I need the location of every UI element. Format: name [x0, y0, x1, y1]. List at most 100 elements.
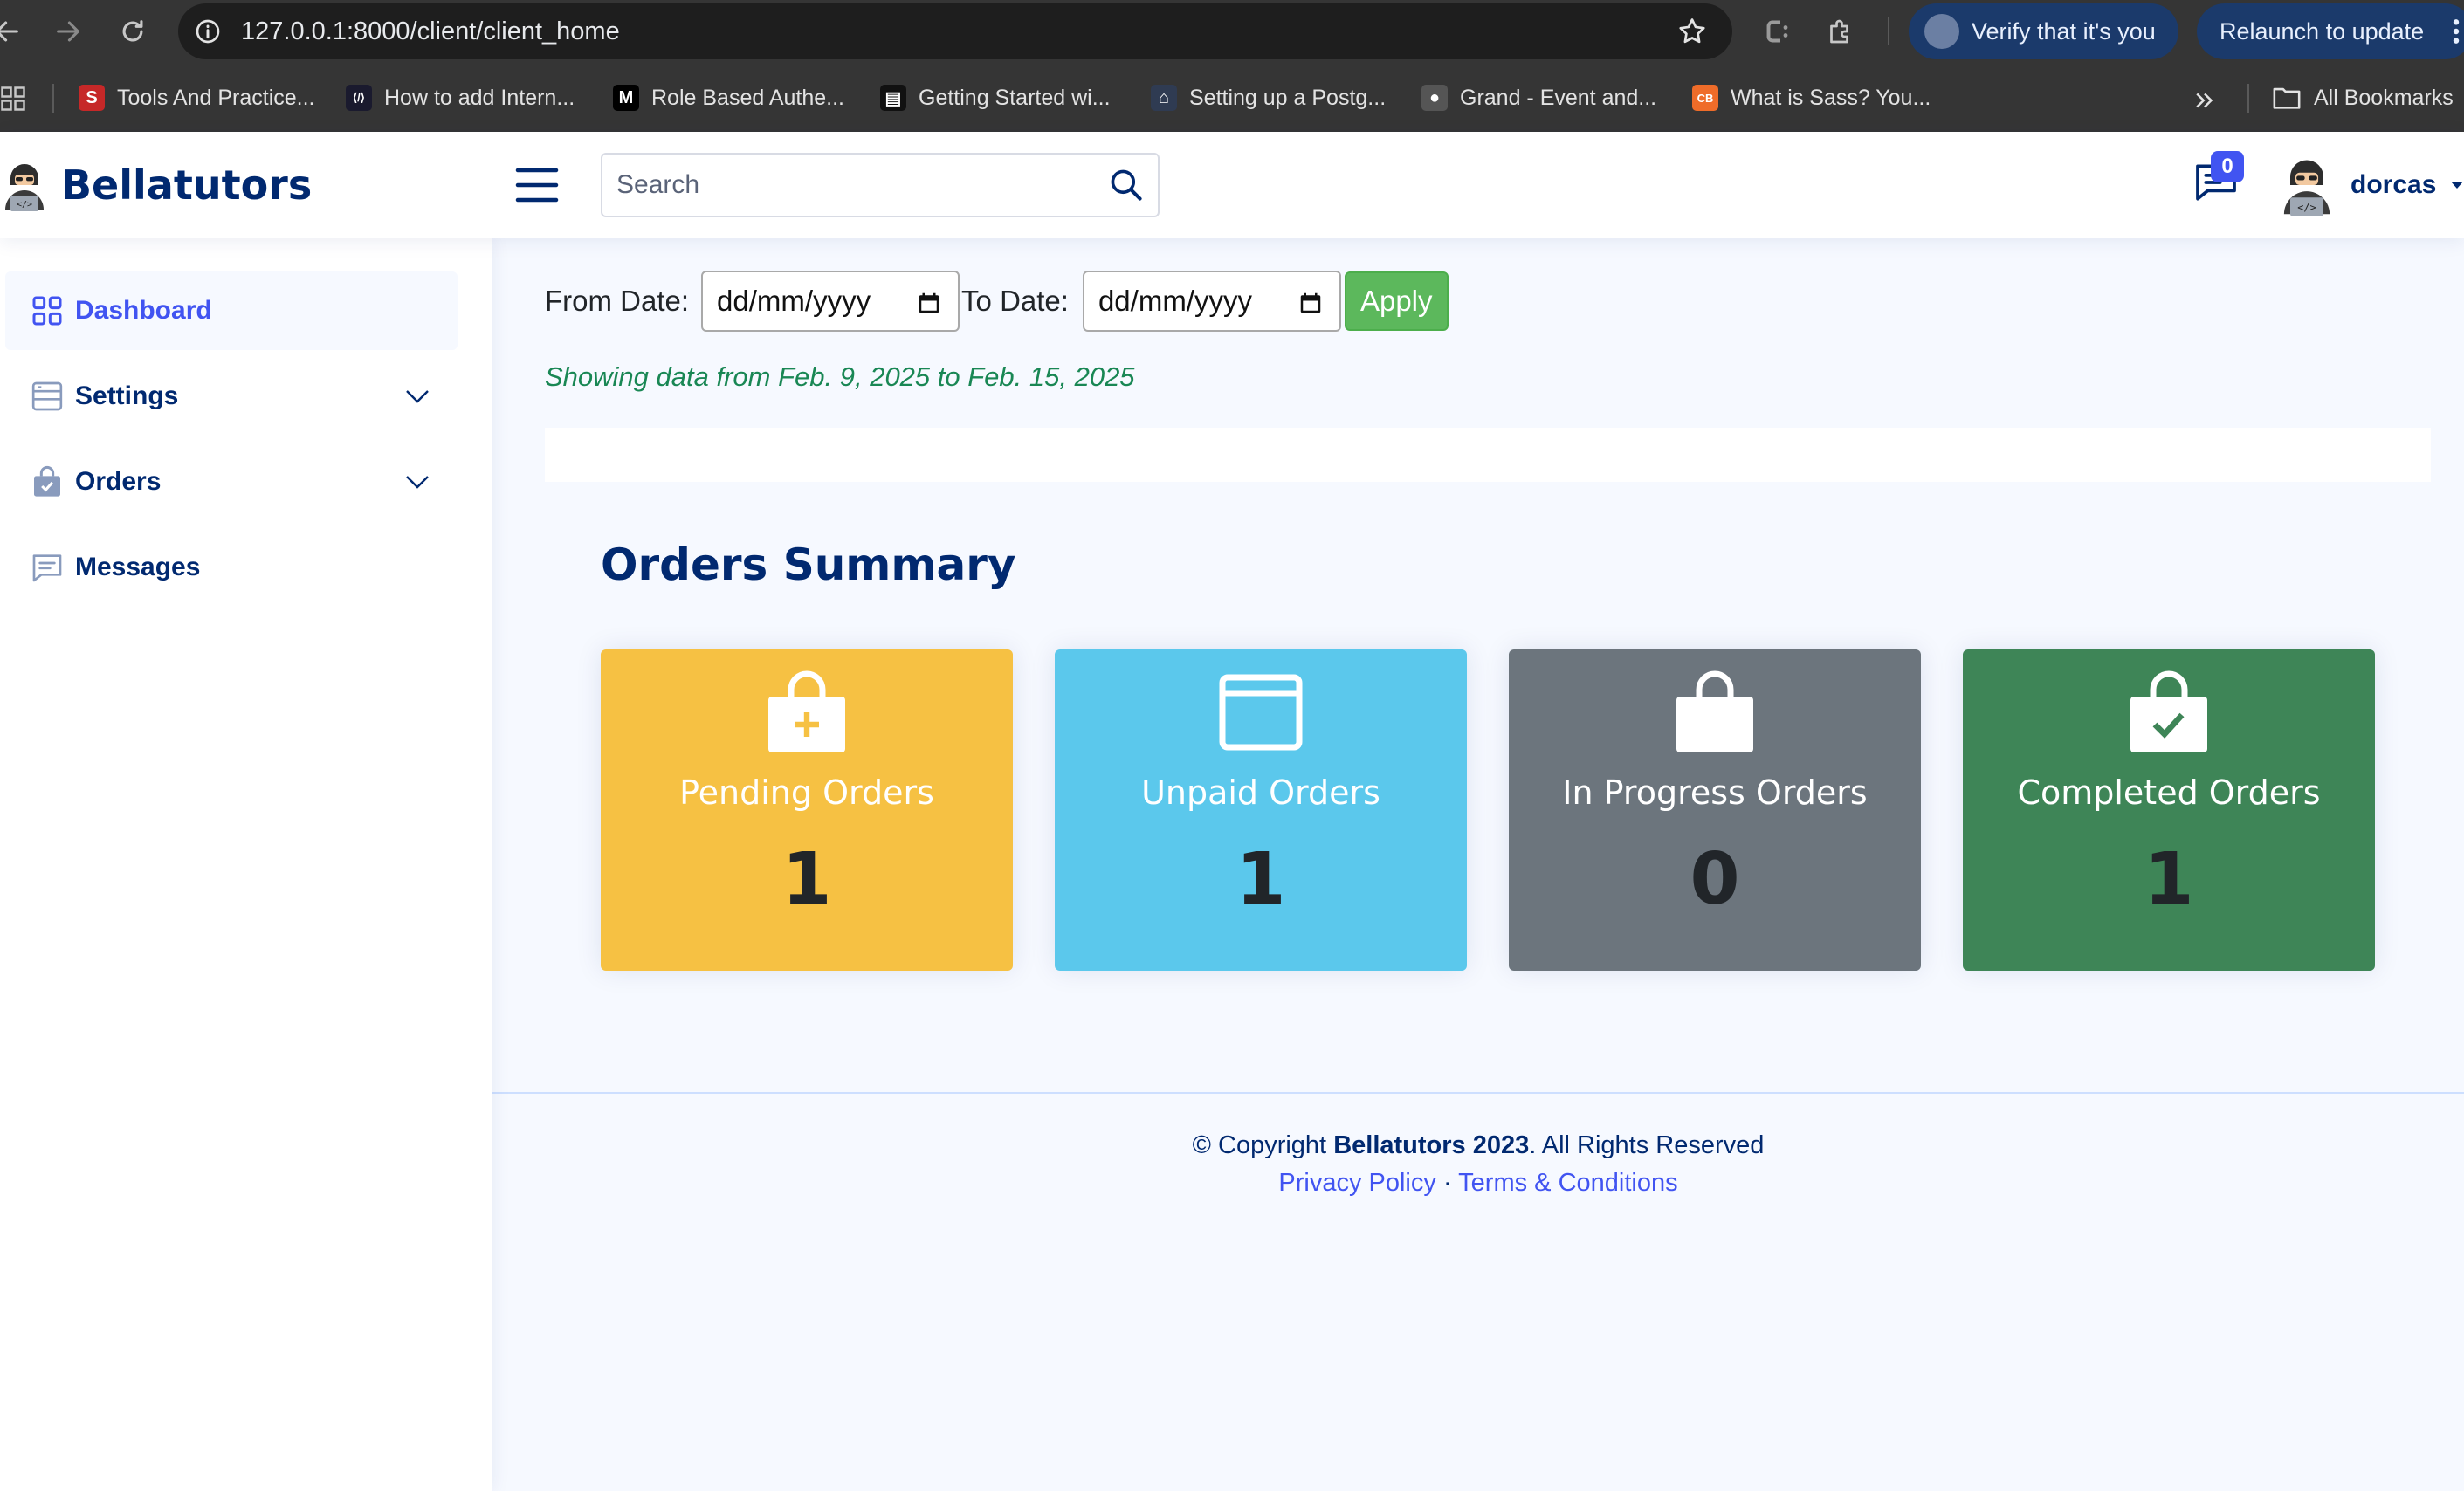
search-icon[interactable] [1107, 166, 1146, 204]
hamburger-menu-icon[interactable] [515, 165, 559, 205]
apps-grid-icon[interactable] [0, 86, 26, 112]
extension-c-icon[interactable] [1762, 16, 1793, 47]
sidebar-item-label: Dashboard [75, 296, 212, 325]
unpaid-orders-card[interactable]: Unpaid Orders 1 [1055, 649, 1467, 971]
terms-link[interactable]: Terms & Conditions [1458, 1169, 1677, 1197]
date-filter-form: From Date: dd/mm/yyyy To Date: dd/mm/yyy… [545, 271, 1449, 332]
bookmark-favicon-icon: M [613, 85, 639, 111]
bookmark-favicon-icon: ▤ [880, 85, 906, 111]
bookmark-item[interactable]: ⟨/⟩ How to add Intern... [346, 80, 575, 115]
footer-links: Privacy Policy · Terms & Conditions [492, 1169, 2464, 1198]
verify-identity-button[interactable]: Verify that it's you [1909, 3, 2178, 59]
completed-orders-card[interactable]: Completed Orders 1 [1963, 649, 2375, 971]
forward-icon[interactable] [49, 12, 87, 51]
toolbar-divider [1888, 17, 1889, 45]
profile-dropdown[interactable]: </> dorcas [2277, 149, 2464, 221]
grid-icon [32, 296, 62, 326]
bookmark-label: How to add Intern... [384, 85, 575, 110]
username: dorcas [2350, 170, 2437, 199]
sidebar-item-label: Messages [75, 553, 201, 581]
bookmark-label: Grand - Event and... [1460, 85, 1657, 110]
chevron-down-icon [406, 476, 429, 489]
sidebar-item-dashboard[interactable]: Dashboard [5, 271, 458, 350]
calendar-icon[interactable] [1297, 290, 1324, 316]
avatar: </> [2283, 160, 2330, 216]
message-count-badge: 0 [2211, 151, 2244, 182]
bookmark-favicon-icon: ● [1421, 85, 1448, 111]
url-text: 127.0.0.1:8000/client/client_home [241, 17, 620, 45]
copyright-brand: Bellatutors 2023 [1333, 1131, 1530, 1159]
apply-button[interactable]: Apply [1344, 271, 1449, 331]
hacker-logo-icon: </> [5, 164, 44, 211]
bookmark-item[interactable]: ● Grand - Event and... [1421, 80, 1656, 115]
to-date-input[interactable]: dd/mm/yyyy [1082, 271, 1341, 332]
copyright-suffix: . All Rights Reserved [1529, 1131, 1765, 1159]
verify-label: Verify that it's you [1972, 18, 2156, 45]
bookmark-star-icon[interactable] [1676, 16, 1708, 47]
sidebar-item-settings[interactable]: Settings [5, 357, 458, 436]
bookmark-item[interactable]: CB What is Sass? You... [1692, 80, 1931, 115]
bookmark-label: Setting up a Postg... [1189, 85, 1387, 110]
bookmark-item[interactable]: S Tools And Practice... [79, 80, 315, 115]
bookmark-item[interactable]: M Role Based Authe... [613, 80, 844, 115]
address-bar[interactable]: 127.0.0.1:8000/client/client_home [178, 3, 1732, 59]
kebab-menu-icon[interactable] [2452, 17, 2461, 45]
card-count: 1 [2144, 838, 2194, 921]
orders-summary-title: Orders Summary [601, 539, 1016, 590]
app-header: </> Bellatutors 0 </> dorcas [0, 132, 2464, 238]
sidebar-item-messages[interactable]: Messages [5, 528, 458, 607]
sidebar-item-label: Orders [75, 467, 162, 496]
browser-toolbar: 127.0.0.1:8000/client/client_home Verify… [0, 0, 2464, 63]
to-date-label: To Date: [961, 285, 1069, 317]
bag-plus-icon [768, 670, 845, 752]
search-form [601, 153, 1160, 217]
in-progress-orders-card[interactable]: In Progress Orders 0 [1509, 649, 1921, 971]
empty-panel [545, 428, 2431, 482]
reload-icon[interactable] [114, 12, 152, 51]
site-info-icon[interactable] [194, 17, 222, 45]
back-icon[interactable] [0, 12, 26, 51]
bookmark-favicon-icon: S [79, 85, 105, 111]
chevron-down-icon [406, 390, 429, 403]
card-title: Unpaid Orders [1141, 773, 1380, 812]
bookmark-item[interactable]: ⌂ Setting up a Postg... [1151, 80, 1386, 115]
bookmark-favicon-icon: ⟨/⟩ [346, 85, 372, 111]
from-date-input[interactable]: dd/mm/yyyy [701, 271, 960, 332]
card-title: In Progress Orders [1562, 773, 1868, 812]
bookmark-favicon-icon: ⌂ [1151, 85, 1177, 111]
date-range-text: Showing data from Feb. 9, 2025 to Feb. 1… [545, 361, 1135, 392]
footer: © Copyright Bellatutors 2023. All Rights… [492, 1131, 2464, 1198]
pending-orders-card[interactable]: Pending Orders 1 [601, 649, 1013, 971]
card-title: Completed Orders [2017, 773, 2321, 812]
from-date-label: From Date: [545, 285, 690, 317]
card-count: 1 [781, 838, 832, 921]
relaunch-button[interactable]: Relaunch to update [2197, 3, 2464, 59]
sidebar-item-orders[interactable]: Orders [5, 443, 458, 521]
calendar-icon[interactable] [916, 290, 942, 316]
caret-down-icon [2451, 182, 2464, 189]
window-icon [1219, 674, 1303, 751]
extensions-puzzle-icon[interactable] [1825, 16, 1856, 47]
all-bookmarks-label: All Bookmarks [2314, 85, 2454, 110]
more-bookmarks-icon[interactable] [2192, 87, 2218, 113]
bookmark-label: Role Based Authe... [651, 85, 844, 110]
account-avatar-icon [1924, 14, 1959, 49]
card-count: 0 [1690, 838, 1740, 921]
svg-text:</>: </> [17, 200, 32, 210]
bookmarks-divider-right [2247, 84, 2249, 113]
bookmark-label: What is Sass? You... [1731, 85, 1931, 110]
sidebar: Dashboard Settings Orders Messages [0, 238, 492, 1491]
bookmarks-divider [52, 84, 54, 113]
all-bookmarks-button[interactable]: All Bookmarks [2272, 80, 2454, 115]
copyright: © Copyright Bellatutors 2023. All Rights… [492, 1131, 2464, 1160]
brand-name: Bellatutors [61, 161, 313, 209]
privacy-policy-link[interactable]: Privacy Policy [1278, 1169, 1436, 1197]
chat-icon [32, 554, 62, 582]
search-input[interactable] [602, 155, 1091, 216]
bookmark-item[interactable]: ▤ Getting Started wi... [880, 80, 1111, 115]
bag-check-icon [34, 465, 60, 497]
brand-logo[interactable]: </> Bellatutors [0, 132, 312, 238]
bookmark-favicon-icon: CB [1692, 85, 1718, 111]
svg-text:</>: </> [2297, 202, 2316, 214]
bookmark-label: Tools And Practice... [117, 85, 315, 110]
